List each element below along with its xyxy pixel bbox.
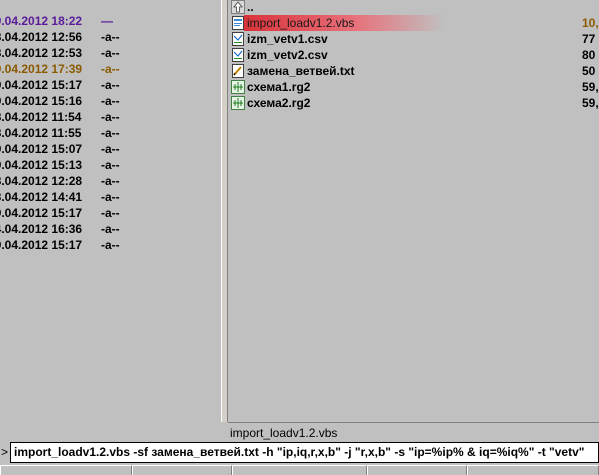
left-list-item[interactable]: 18.04.2012 11:55 -a-- — [0, 125, 221, 141]
left-list-item[interactable]: 19.04.2012 18:22 — — [0, 13, 221, 29]
item-attributes: -a-- — [101, 238, 120, 252]
left-list-item[interactable]: 19.04.2012 15:17 -a-- — [0, 237, 221, 253]
item-attributes: -a-- — [101, 30, 120, 44]
fkey-button[interactable] — [367, 465, 467, 475]
item-attributes: -a-- — [101, 222, 120, 236]
item-attributes: -a-- — [101, 174, 120, 188]
left-file-panel[interactable]: 19.04.2012 18:22—18.04.2012 12:56-a--18.… — [0, 0, 221, 422]
file-row[interactable]: .. — [228, 0, 599, 15]
file-name: import_loadv1.2.vbs — [247, 16, 355, 30]
fkey-button[interactable] — [0, 465, 132, 475]
item-attributes: -a-- — [101, 190, 120, 204]
file-name: схема2.rg2 — [247, 96, 311, 110]
text-file-icon — [231, 64, 245, 78]
file-size: 59, — [582, 96, 599, 110]
file-name: замена_ветвей.txt — [247, 64, 355, 78]
item-attributes: -a-- — [101, 110, 120, 124]
item-attributes: -a-- — [101, 62, 120, 76]
left-list-item[interactable]: 19.04.2012 15:17 -a-- — [0, 205, 221, 221]
left-list-item[interactable]: 19.04.2012 15:16 -a-- — [0, 93, 221, 109]
function-key-bar — [0, 465, 599, 475]
rg2-file-icon — [231, 96, 245, 110]
item-date: 19.04.2012 17:39 — [0, 62, 83, 76]
command-prompt: > — [1, 445, 9, 459]
left-list-item[interactable]: 19.04.2012 17:39 -a-- — [0, 61, 221, 77]
item-attributes: -a-- — [101, 94, 120, 108]
file-name: izm_vetv1.csv — [247, 32, 328, 46]
left-list-item[interactable]: 18.04.2012 12:56 -a-- — [0, 29, 221, 45]
left-list-item[interactable]: 19.04.2012 15:13 -a-- — [0, 157, 221, 173]
file-size: 77 — [582, 32, 596, 46]
item-attributes: -a-- — [101, 78, 120, 92]
left-list-item[interactable]: 03.04.2012 14:41 -a-- — [0, 189, 221, 205]
fkey-button[interactable] — [467, 465, 599, 475]
item-date: 18.04.2012 11:55 — [0, 126, 82, 140]
item-attributes: -a-- — [101, 158, 120, 172]
item-attributes: -a-- — [101, 142, 120, 156]
item-attributes: — — [101, 14, 113, 28]
file-row[interactable]: схема2.rg2 59, — [228, 95, 599, 111]
left-list-item[interactable]: 18.04.2012 12:28 -a-- — [0, 173, 221, 189]
left-list-item[interactable]: 19.04.2012 15:17 -a-- — [0, 77, 221, 93]
item-date: 04.04.2012 16:36 — [0, 222, 83, 236]
left-list-item[interactable]: 18.04.2012 11:54 -a-- — [0, 109, 221, 125]
right-file-panel[interactable]: .. import_loadv1.2.vbs 10, izm_vetv1.csv 77 i… — [228, 0, 599, 422]
left-list-item[interactable]: 19.04.2012 15:07 -a-- — [0, 141, 221, 157]
file-name: схема1.rg2 — [247, 80, 311, 94]
file-info-bar: import_loadv1.2.vbs — [228, 422, 599, 441]
fkey-button[interactable] — [232, 465, 367, 475]
item-date: 19.04.2012 15:17 — [0, 206, 83, 220]
left-list-item[interactable]: 04.04.2012 16:36 -a-- — [0, 221, 221, 237]
item-attributes: -a-- — [101, 126, 120, 140]
item-date: 19.04.2012 15:17 — [0, 238, 83, 252]
file-size: 50 — [582, 64, 596, 78]
left-list-item[interactable]: 18.04.2012 12:53 -a-- — [0, 45, 221, 61]
file-name: .. — [247, 0, 254, 14]
file-row[interactable]: замена_ветвей.txt 50 — [228, 63, 599, 79]
fkey-button[interactable] — [132, 465, 232, 475]
file-size: 10, — [582, 16, 599, 30]
command-line-row: > import_loadv1.2.vbs -sf замена_ветвей.… — [0, 441, 599, 465]
item-date: 18.04.2012 12:53 — [0, 46, 83, 60]
rg2-file-icon — [231, 80, 245, 94]
item-date: 19.04.2012 18:22 — [0, 14, 83, 28]
script-file-icon — [231, 16, 245, 30]
item-attributes: -a-- — [101, 206, 120, 220]
item-date: 18.04.2012 11:54 — [0, 110, 82, 124]
item-date: 18.04.2012 12:56 — [0, 30, 83, 44]
file-size: 80 — [582, 48, 596, 62]
file-row[interactable]: схема1.rg2 59, — [228, 79, 599, 95]
csv-file-icon — [231, 48, 245, 62]
item-date: 18.04.2012 12:28 — [0, 174, 83, 188]
file-size: 59, — [582, 80, 599, 94]
item-date: 03.04.2012 14:41 — [0, 190, 83, 204]
panel-splitter[interactable] — [221, 0, 228, 422]
up-arrow-icon — [231, 0, 245, 14]
file-row[interactable]: izm_vetv2.csv 80 — [228, 47, 599, 63]
command-line-input[interactable]: import_loadv1.2.vbs -sf замена_ветвей.tx… — [10, 442, 599, 463]
item-date: 19.04.2012 15:13 — [0, 158, 83, 172]
csv-file-icon — [231, 32, 245, 46]
file-row[interactable]: izm_vetv1.csv 77 — [228, 31, 599, 47]
item-date: 19.04.2012 15:07 — [0, 142, 83, 156]
file-row-selected[interactable]: import_loadv1.2.vbs 10, — [228, 15, 599, 31]
item-date: 19.04.2012 15:16 — [0, 94, 83, 108]
item-attributes: -a-- — [101, 46, 120, 60]
file-name: izm_vetv2.csv — [247, 48, 328, 62]
current-file-name: import_loadv1.2.vbs — [230, 426, 338, 440]
item-date: 19.04.2012 15:17 — [0, 78, 83, 92]
